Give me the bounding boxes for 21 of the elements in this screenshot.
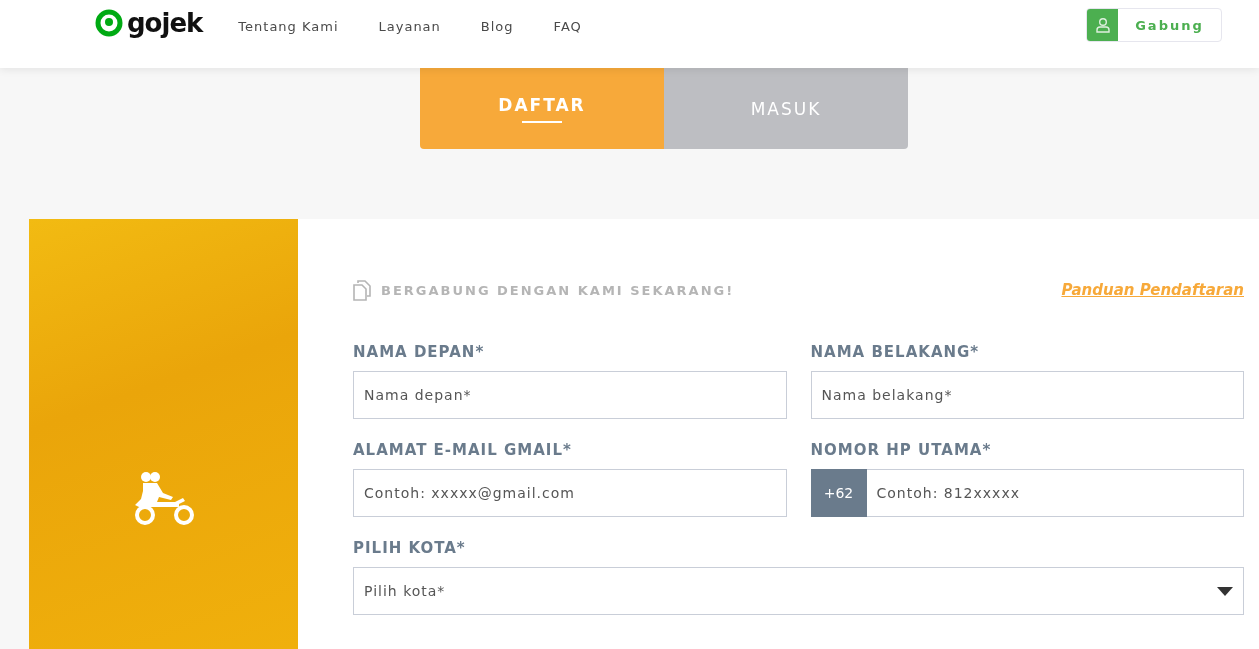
user-icon — [1094, 17, 1111, 33]
country-code: +62 — [810, 469, 867, 517]
nav-link[interactable]: Tentang Kami — [238, 18, 339, 34]
documents-icon — [353, 279, 371, 301]
form-title: BERGABUNG DENGAN KAMI SEKARANG! — [381, 282, 735, 298]
text-field[interactable]: Nama depan* — [353, 371, 787, 419]
text-field[interactable]: Nama belakang* — [810, 371, 1244, 419]
field-label: NAMA BELAKANG* — [810, 343, 981, 361]
nav-link[interactable]: FAQ — [553, 18, 582, 34]
logo-text: gojek — [127, 8, 203, 38]
field-label: PILIH KOTA* — [353, 539, 467, 557]
caret-icon — [1217, 586, 1233, 596]
field-label: NAMA DEPAN* — [353, 343, 486, 361]
nav-link[interactable]: Blog — [480, 18, 514, 34]
text-field[interactable]: Contoh: xxxxx@gmail.com — [353, 469, 787, 517]
field-label: NOMOR HP UTAMA* — [810, 441, 993, 459]
field-label: ALAMAT E-MAIL GMAIL* — [353, 441, 573, 459]
logo-icon — [95, 9, 123, 37]
nav-link[interactable]: Layanan — [378, 18, 441, 34]
city-dropdown[interactable]: Pilih kota* — [353, 567, 1244, 615]
phone-field[interactable]: Contoh: 812xxxxx — [866, 469, 1244, 517]
